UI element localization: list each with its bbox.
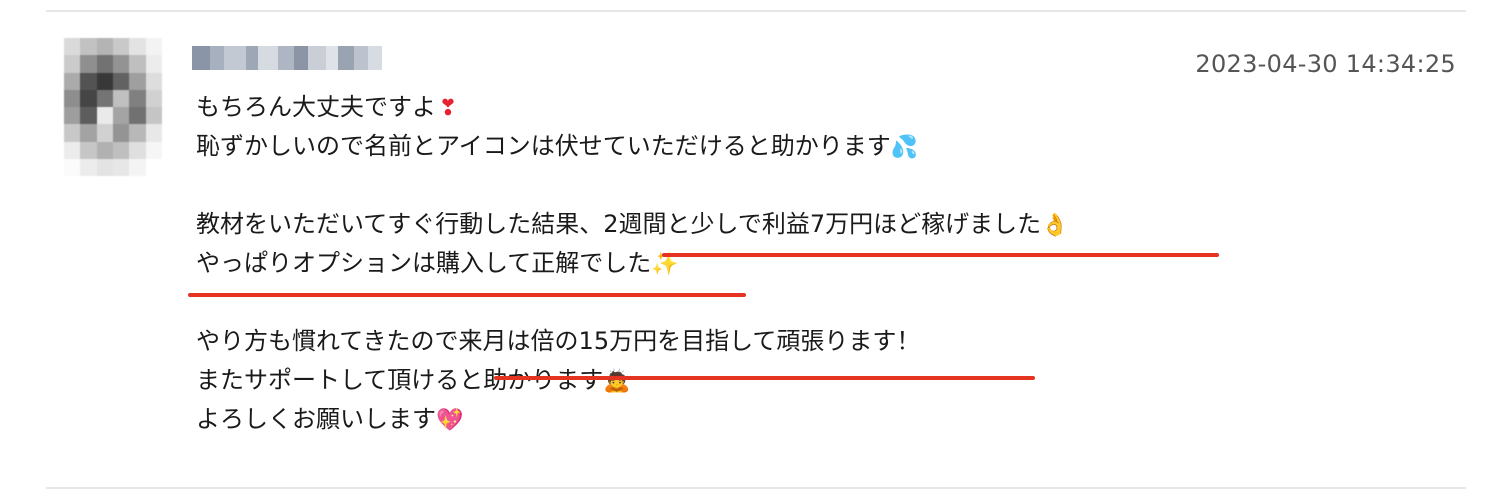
message-line: やっぱりオプションは購入して正解でした✨ <box>196 244 1065 283</box>
message-line: 恥ずかしいので名前とアイコンは伏せていただけると助かります💦 <box>196 127 1065 166</box>
bottom-divider <box>46 487 1466 489</box>
sparkles-icon: ✨ <box>651 252 679 277</box>
message-line: よろしくお願いします💖 <box>196 400 1065 439</box>
heart-exclamation-icon: ❣ <box>438 96 458 121</box>
message-line: もちろん大丈夫ですよ ❣ <box>196 88 1065 127</box>
timestamp: 2023-04-30 14:34:25 <box>1195 50 1456 78</box>
message-line: やり方も慣れてきたので来月は倍の15万円を目指して頑張ります！ <box>196 327 921 355</box>
avatar[interactable] <box>64 38 162 176</box>
highlight-underline-1 <box>662 253 1219 257</box>
sparkling-heart-icon: 💖 <box>436 408 464 433</box>
highlight-underline-2 <box>188 293 746 297</box>
top-divider <box>46 10 1466 12</box>
message-line: 教材をいただいてすぐ行動した結果、2週間と少しで利益7万円ほど稼げました👌 <box>196 205 1069 244</box>
bowing-person-icon: 🙇 <box>603 369 631 394</box>
username[interactable] <box>192 46 382 70</box>
comment-body: もちろん大丈夫ですよ ❣ 恥ずかしいので名前とアイコンは伏せていただけると助かりま… <box>196 88 1069 439</box>
highlight-underline-3 <box>494 376 1035 380</box>
message-line: またサポートして頂けると助かります🙇 <box>196 361 1065 400</box>
ok-hand-icon: 👌 <box>1041 213 1069 238</box>
sweat-droplets-icon: 💦 <box>890 135 919 160</box>
